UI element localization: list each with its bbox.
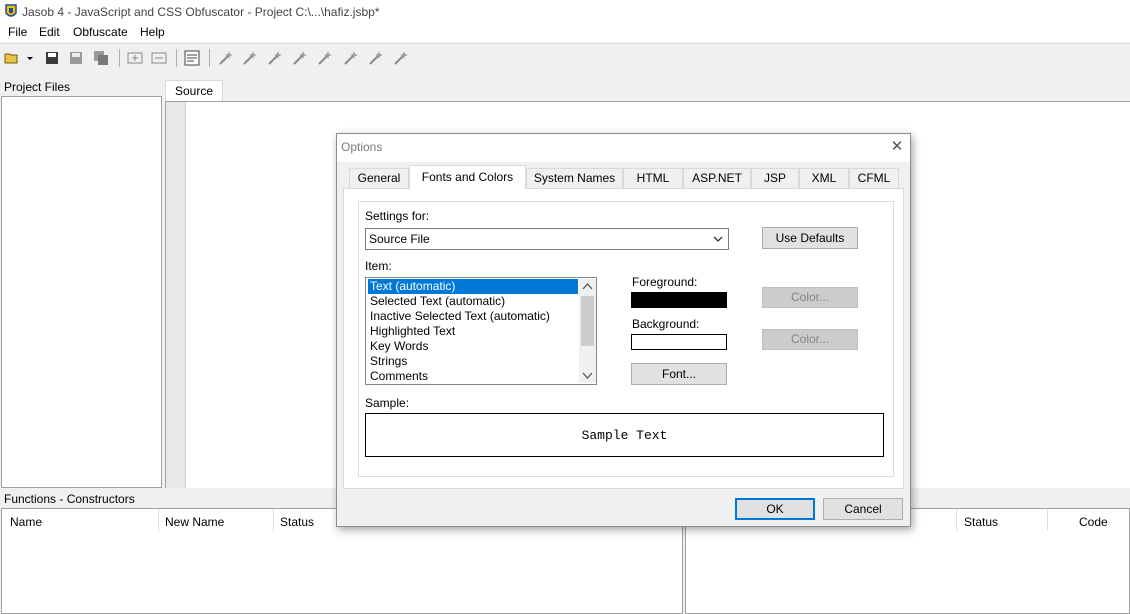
save-all-icon[interactable] [93,50,109,66]
scroll-down-icon[interactable] [582,371,593,380]
column-header-status[interactable]: Status [964,515,998,529]
settings-for-label: Settings for: [365,209,430,223]
sample-label: Sample: [365,396,410,410]
toolbar [0,43,1130,72]
list-item[interactable]: Selected Text (automatic) [368,294,578,309]
column-header-name[interactable]: Name [10,515,42,529]
options-dialog: Options ✕ General Fonts and Colors Syste… [336,133,911,527]
foreground-color-button[interactable]: Color... [762,287,858,308]
export-icon[interactable] [151,50,167,66]
list-item[interactable]: Comments [368,369,578,384]
properties-icon[interactable] [184,50,200,66]
project-files-label: Project Files [4,80,71,94]
background-color-swatch [631,334,727,350]
menu-obfuscate[interactable]: Obfuscate [73,25,128,39]
tab-source[interactable]: Source [165,80,223,101]
tab-cfml[interactable]: CFML [849,168,899,188]
column-header-status[interactable]: Status [280,515,314,529]
menu-file[interactable]: File [8,25,27,39]
menu-bar: File Edit Obfuscate Help [0,24,1130,42]
obfuscate-wand-icon[interactable] [218,50,234,66]
save-as-icon[interactable] [68,50,84,66]
obfuscate-wand-icon[interactable] [393,50,409,66]
import-icon[interactable] [127,50,143,66]
font-button[interactable]: Font... [631,363,727,385]
list-item[interactable]: Highlighted Text [368,324,578,339]
dropdown-arrow-icon[interactable] [25,50,35,66]
column-header-new-name[interactable]: New Name [165,515,224,529]
settings-for-value: Source File [369,232,430,246]
settings-for-select[interactable]: Source File [365,228,729,250]
tab-fonts-and-colors[interactable]: Fonts and Colors [409,165,526,189]
project-files-tree[interactable] [1,96,162,488]
window-title: Jasob 4 - JavaScript and CSS Obfuscator … [22,5,380,19]
use-defaults-button[interactable]: Use Defaults [762,227,858,249]
open-folder-icon[interactable] [4,50,20,66]
ok-button[interactable]: OK [735,498,815,520]
close-icon[interactable]: ✕ [888,138,906,156]
list-item[interactable]: Key Words [368,339,578,354]
obfuscate-wand-icon[interactable] [242,50,258,66]
menu-help[interactable]: Help [140,25,165,39]
save-icon[interactable] [44,50,60,66]
background-color-button[interactable]: Color... [762,329,858,350]
column-header-code[interactable]: Code [1079,515,1108,529]
functions-label: Functions - Constructors [4,492,135,506]
background-label: Background: [632,317,700,331]
cancel-button[interactable]: Cancel [823,498,903,520]
foreground-color-swatch [631,292,727,308]
chevron-down-icon [713,236,723,242]
obfuscate-wand-icon[interactable] [292,50,308,66]
list-item[interactable]: Text (automatic) [368,279,578,294]
obfuscate-wand-icon[interactable] [343,50,359,66]
tab-xml[interactable]: XML [799,168,849,188]
sample-text: Sample Text [581,428,668,443]
dialog-title: Options [341,140,383,154]
menu-edit[interactable]: Edit [39,25,60,39]
item-label: Item: [365,259,392,273]
item-list[interactable]: Text (automatic) Selected Text (automati… [365,277,597,385]
foreground-label: Foreground: [632,275,698,289]
scrollbar-thumb[interactable] [581,296,594,346]
title-bar: Jasob 4 - JavaScript and CSS Obfuscator … [0,0,1130,24]
obfuscate-wand-icon[interactable] [317,50,333,66]
obfuscate-wand-icon[interactable] [267,50,283,66]
tab-html[interactable]: HTML [623,168,683,188]
tab-system-names[interactable]: System Names [526,168,623,188]
obfuscate-wand-icon[interactable] [368,50,384,66]
app-logo-icon [5,4,17,17]
tab-jsp[interactable]: JSP [751,168,799,188]
list-item[interactable]: Inactive Selected Text (automatic) [368,309,578,324]
sample-preview: Sample Text [365,413,884,457]
item-list-scrollbar[interactable] [579,279,596,383]
tab-general[interactable]: General [349,168,409,188]
editor-gutter [166,102,186,488]
list-item[interactable]: Strings [368,354,578,369]
tab-asp-net[interactable]: ASP.NET [683,168,751,188]
dialog-title-bar: Options ✕ [337,134,910,162]
scroll-up-icon[interactable] [582,282,593,291]
